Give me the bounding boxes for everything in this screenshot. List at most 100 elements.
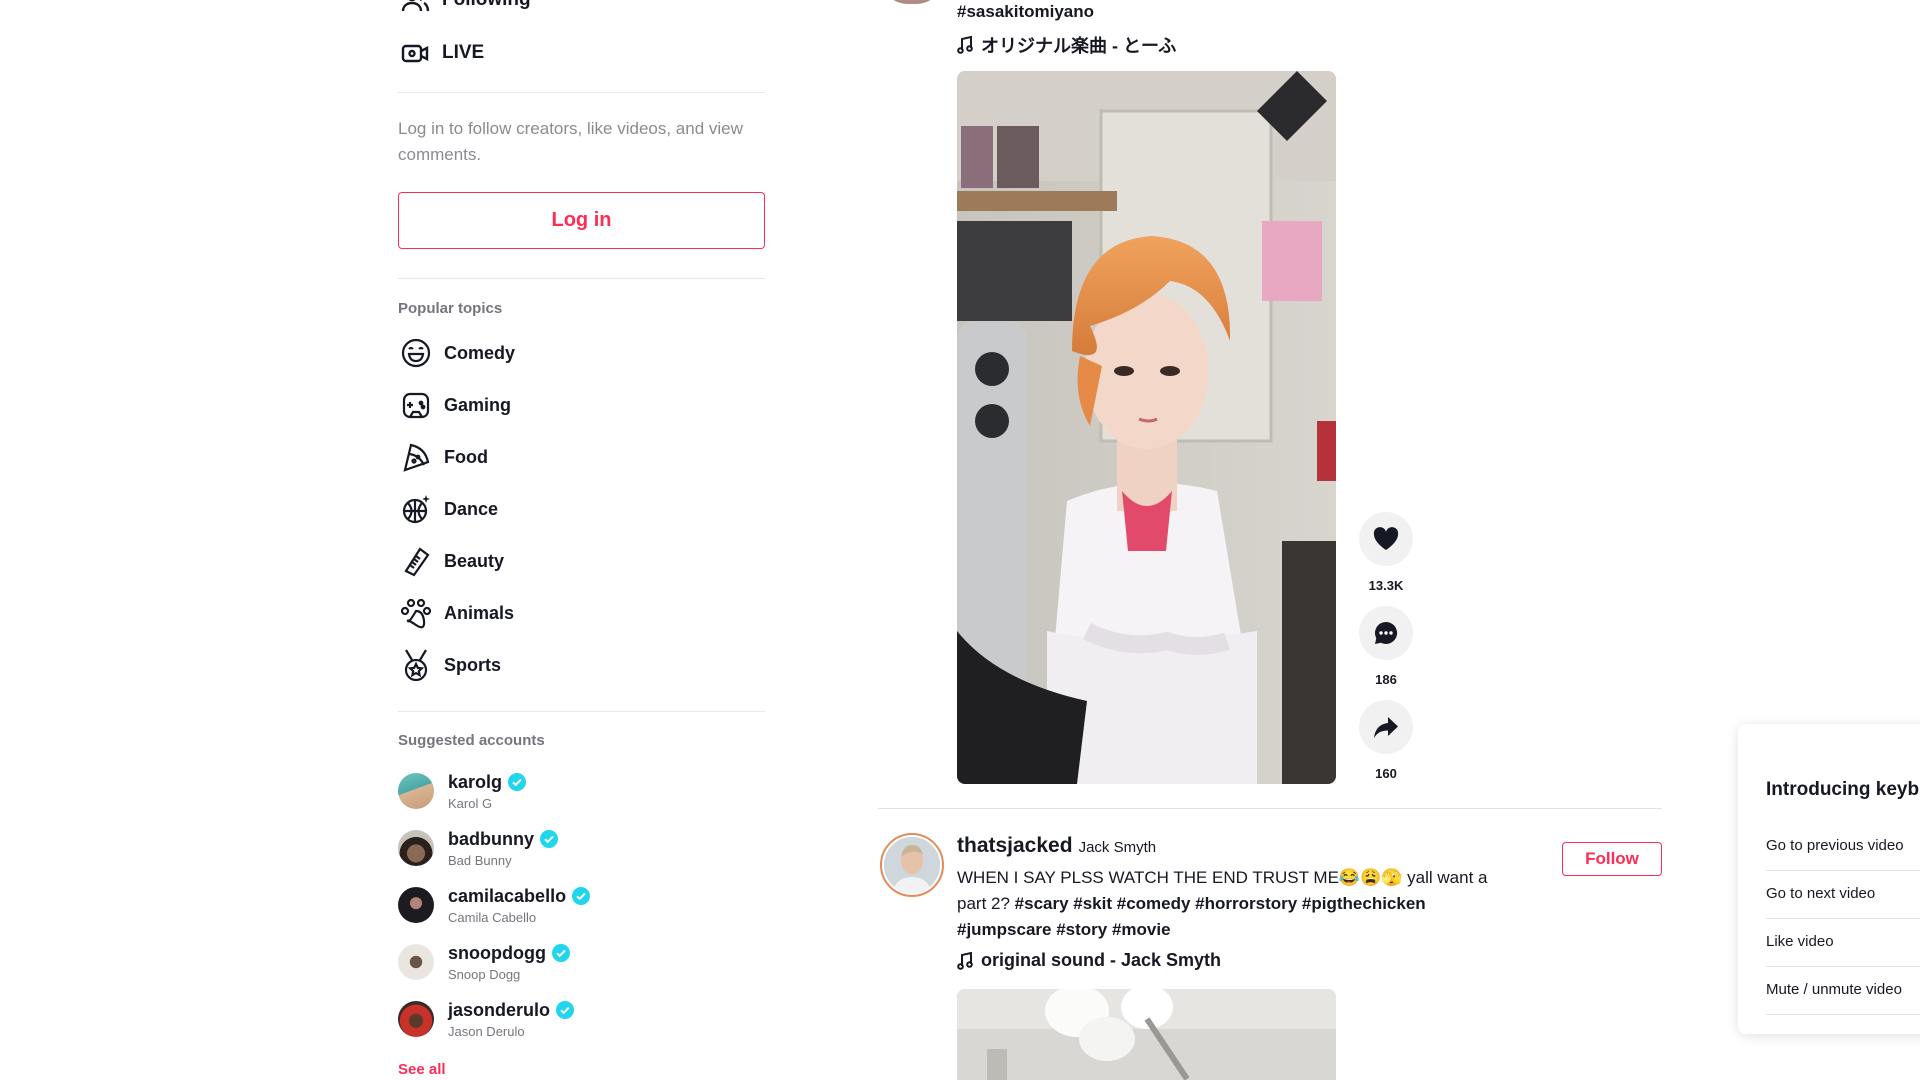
nav-label-following: Following [442, 0, 531, 11]
topic-animals[interactable]: Animals [398, 593, 514, 633]
account-display-name: Karol G [448, 795, 493, 811]
suggested-account-snoopdogg[interactable]: snoopdogg Snoop Dogg [398, 939, 570, 985]
login-hint: Log in to follow creators, like videos, … [398, 119, 743, 164]
post-avatar[interactable] [880, 0, 944, 4]
avatar [398, 887, 434, 923]
topic-label: Gaming [444, 394, 512, 415]
nav-item-following[interactable]: Following [398, 0, 531, 20]
topic-label: Animals [444, 602, 515, 623]
suggested-account-camilacabello[interactable]: camilacabello Camila Cabello [398, 882, 591, 928]
comment-action[interactable]: 186 [1359, 606, 1413, 687]
divider [1766, 1014, 1920, 1015]
keyboard-shortcuts-panel: Introducing keyb Go to previous video Go… [1738, 724, 1920, 1034]
divider [398, 711, 765, 712]
comedy-icon [398, 335, 434, 371]
topic-food[interactable]: Food [398, 437, 488, 477]
video-player[interactable] [957, 71, 1336, 784]
like-action[interactable]: 13.3K [1359, 512, 1413, 593]
topic-label: Food [444, 446, 488, 467]
account-username: jasonderulo [448, 999, 551, 1020]
popular-topics-title: Popular topics [398, 300, 503, 317]
topic-sports[interactable]: Sports [398, 645, 501, 685]
caption-hashtags[interactable]: #scary #skit #comedy #horrorstory #pigth… [957, 894, 1426, 939]
avatar [398, 830, 434, 866]
post-caption: WHEN I SAY PLSS WATCH THE END TRUST ME😂😩… [957, 865, 1517, 943]
comment-count: 186 [1375, 672, 1397, 687]
divider [1766, 966, 1920, 967]
like-button[interactable] [1359, 512, 1413, 566]
animals-icon [398, 595, 434, 631]
account-username: badbunny [448, 828, 534, 849]
topic-label: Beauty [444, 550, 505, 571]
live-icon [398, 36, 432, 70]
comment-button[interactable] [1359, 606, 1413, 660]
topic-gaming[interactable]: Gaming [398, 385, 511, 425]
share-icon [1374, 717, 1398, 738]
suggested-account-jasonderulo[interactable]: jasonderulo Jason Derulo [398, 996, 575, 1042]
post-music[interactable]: original sound - Jack Smyth [957, 950, 1221, 971]
following-icon [398, 0, 432, 17]
account-username: snoopdogg [448, 942, 546, 963]
nav-label-live: LIVE [442, 42, 485, 63]
topic-label: Sports [444, 654, 502, 675]
follow-button[interactable]: Follow [1562, 842, 1662, 876]
beauty-icon [398, 543, 434, 579]
share-action[interactable]: 160 [1359, 700, 1413, 781]
verified-icon [540, 830, 558, 848]
avatar [398, 773, 434, 809]
food-icon [398, 439, 434, 475]
account-display-name: Camila Cabello [448, 909, 537, 925]
music-note-icon [957, 951, 973, 970]
shortcut-like-video: Like video [1766, 933, 1834, 950]
music-note-icon [957, 36, 973, 54]
topic-beauty[interactable]: Beauty [398, 541, 504, 581]
shortcut-previous-video: Go to previous video [1766, 837, 1904, 854]
comment-icon [1374, 621, 1398, 644]
shortcut-next-video: Go to next video [1766, 885, 1876, 902]
account-display-name: Jason Derulo [448, 1023, 525, 1039]
post-avatar[interactable] [880, 833, 944, 897]
post-display-name: Jack Smyth [1078, 839, 1157, 856]
music-title: オリジナル楽曲 - とーふ [981, 36, 1177, 56]
video-frame [957, 71, 1336, 784]
suggested-accounts-title: Suggested accounts [398, 732, 545, 749]
music-title: original sound - Jack Smyth [981, 950, 1222, 970]
keyboard-panel-title: Introducing keyb [1766, 779, 1920, 800]
avatar [398, 1001, 434, 1037]
feed-divider [878, 808, 1662, 809]
share-count: 160 [1375, 766, 1397, 781]
share-button[interactable] [1359, 700, 1413, 754]
account-display-name: Bad Bunny [448, 852, 512, 868]
like-count: 13.3K [1368, 578, 1404, 593]
post-author[interactable]: thatsjacked Jack Smyth [957, 834, 1156, 858]
heart-icon [1373, 527, 1399, 550]
shortcut-mute-video: Mute / unmute video [1766, 981, 1902, 998]
suggested-account-karolg[interactable]: karolg Karol G [398, 768, 527, 814]
nav-item-live[interactable]: LIVE [398, 33, 484, 73]
login-button[interactable]: Log in [398, 192, 765, 249]
avatar [884, 837, 940, 893]
dance-icon [398, 491, 434, 527]
topic-label: Dance [444, 498, 499, 519]
divider [1766, 870, 1920, 871]
video-frame [957, 989, 1336, 1080]
video-player[interactable] [957, 989, 1336, 1080]
verified-icon [572, 887, 591, 905]
topic-dance[interactable]: Dance [398, 489, 498, 529]
divider [1766, 918, 1920, 919]
topic-comedy[interactable]: Comedy [398, 333, 515, 373]
suggested-account-badbunny[interactable]: badbunny Bad Bunny [398, 825, 558, 871]
account-username: camilacabello [448, 885, 567, 906]
post-username[interactable]: thatsjacked [957, 834, 1073, 858]
divider [398, 278, 765, 279]
avatar [398, 944, 434, 980]
account-username: karolg [448, 771, 503, 792]
post-hashtag[interactable]: #sasakitomiyano [957, 2, 1094, 22]
verified-icon [551, 944, 570, 962]
verified-icon [556, 1001, 575, 1019]
see-all-link[interactable]: See all [398, 1061, 446, 1078]
post-music[interactable]: オリジナル楽曲 - とーふ [957, 32, 1176, 58]
divider [398, 92, 765, 93]
topic-label: Comedy [444, 342, 516, 363]
account-display-name: Snoop Dogg [448, 966, 521, 982]
